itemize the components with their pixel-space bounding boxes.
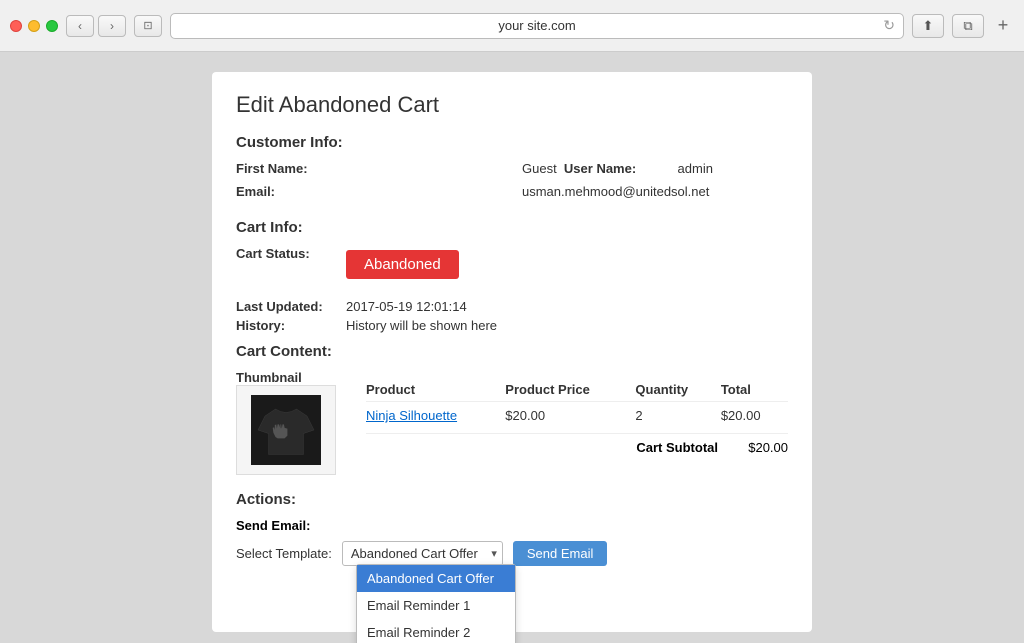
cart-content-layout: Thumbnail bbox=[236, 370, 788, 475]
add-tab-button[interactable]: + bbox=[992, 15, 1014, 37]
close-button[interactable] bbox=[10, 20, 22, 32]
send-email-label: Send Email: bbox=[236, 518, 788, 533]
template-select[interactable]: Abandoned Cart Offer Email Reminder 1 Em… bbox=[342, 541, 503, 566]
tshirt-image bbox=[251, 395, 321, 465]
page-title: Edit Abandoned Cart bbox=[236, 92, 788, 118]
customer-info-section: Customer Info: First Name: Email: Guest … bbox=[236, 134, 788, 203]
send-email-button[interactable]: Send Email bbox=[513, 541, 607, 566]
browser-chrome: ‹ › ⊡ your site.com ↻ ⬆ ⧉ + bbox=[0, 0, 1024, 52]
refresh-icon[interactable]: ↻ bbox=[883, 17, 895, 34]
first-name-row: First Name: bbox=[236, 161, 512, 176]
browser-actions: ⬆ ⧉ bbox=[912, 14, 984, 38]
col-quantity: Quantity bbox=[635, 378, 720, 402]
thumbnail-column: Thumbnail bbox=[236, 370, 346, 475]
history-label: History: bbox=[236, 318, 346, 333]
back-button[interactable]: ‹ bbox=[66, 15, 94, 37]
customer-info-title: Customer Info: bbox=[236, 134, 788, 151]
url-text: your site.com bbox=[498, 18, 575, 33]
history-value: History will be shown here bbox=[346, 318, 497, 333]
item-product-price: $20.00 bbox=[505, 402, 635, 430]
address-bar[interactable]: your site.com ↻ bbox=[170, 13, 904, 39]
email-value: usman.mehmood@unitedsol.net bbox=[522, 184, 709, 199]
product-thumbnail bbox=[236, 385, 336, 475]
fullscreen-button[interactable] bbox=[46, 20, 58, 32]
item-quantity: 2 bbox=[635, 402, 720, 430]
dropdown-item-1[interactable]: Email Reminder 1 bbox=[357, 592, 515, 619]
col-product-price: Product Price bbox=[505, 378, 635, 402]
actions-title: Actions: bbox=[236, 491, 788, 508]
cart-subtotal-row: Cart Subtotal $20.00 bbox=[366, 433, 788, 455]
cart-table: Product Product Price Quantity Total Nin… bbox=[366, 378, 788, 429]
email-value-row: usman.mehmood@unitedsol.net bbox=[522, 184, 788, 199]
cart-status-row: Cart Status: Abandoned bbox=[236, 246, 788, 287]
cart-subtotal-label: Cart Subtotal bbox=[636, 440, 718, 455]
col-total: Total bbox=[721, 378, 788, 402]
actions-section: Actions: Send Email: Select Template: Ab… bbox=[236, 491, 788, 566]
share-button[interactable]: ⬆ bbox=[912, 14, 944, 38]
content-panel: Edit Abandoned Cart Customer Info: First… bbox=[212, 72, 812, 632]
cart-table-container: Product Product Price Quantity Total Nin… bbox=[366, 370, 788, 475]
traffic-lights bbox=[10, 20, 58, 32]
cart-table-header: Product Product Price Quantity Total bbox=[366, 378, 788, 402]
page-content: Edit Abandoned Cart Customer Info: First… bbox=[0, 52, 1024, 643]
cart-content-title: Cart Content: bbox=[236, 343, 788, 360]
forward-button[interactable]: › bbox=[98, 15, 126, 37]
dropdown-item-0[interactable]: Abandoned Cart Offer bbox=[357, 565, 515, 592]
col-product: Product bbox=[366, 378, 505, 402]
item-product-name: Ninja Silhouette bbox=[366, 402, 505, 430]
tab-overview-button[interactable]: ⧉ bbox=[952, 14, 984, 38]
item-total: $20.00 bbox=[721, 402, 788, 430]
username-label: User Name: bbox=[564, 161, 674, 176]
cart-info-title: Cart Info: bbox=[236, 219, 788, 236]
customer-col-left: First Name: Email: bbox=[236, 161, 512, 203]
cart-item-row: Ninja Silhouette $20.00 2 $20.00 bbox=[366, 402, 788, 430]
last-updated-row: Last Updated: 2017-05-19 12:01:14 bbox=[236, 299, 788, 314]
nav-buttons: ‹ › bbox=[66, 15, 126, 37]
thumbnail-label: Thumbnail bbox=[236, 370, 346, 385]
history-row: History: History will be shown here bbox=[236, 318, 788, 333]
first-name-value-row: Guest User Name: admin bbox=[522, 161, 788, 176]
first-name-label: First Name: bbox=[236, 161, 346, 176]
product-link[interactable]: Ninja Silhouette bbox=[366, 408, 457, 423]
template-select-wrapper: Abandoned Cart Offer Email Reminder 1 Em… bbox=[342, 541, 503, 566]
last-updated-label: Last Updated: bbox=[236, 299, 346, 314]
dropdown-item-2[interactable]: Email Reminder 2 bbox=[357, 619, 515, 643]
cart-status-label: Cart Status: bbox=[236, 246, 346, 261]
cart-subtotal-value: $20.00 bbox=[738, 440, 788, 455]
first-name-value: Guest bbox=[522, 161, 557, 176]
last-updated-value: 2017-05-19 12:01:14 bbox=[346, 299, 467, 314]
template-row: Select Template: Abandoned Cart Offer Em… bbox=[236, 541, 788, 566]
customer-col-right: Guest User Name: admin usman.mehmood@uni… bbox=[512, 161, 788, 203]
email-label: Email: bbox=[236, 184, 346, 199]
minimize-button[interactable] bbox=[28, 20, 40, 32]
username-value: admin bbox=[678, 161, 713, 176]
cart-content-section: Cart Content: Thumbnail bbox=[236, 343, 788, 475]
cart-status-badge: Abandoned bbox=[346, 250, 459, 279]
email-row: Email: bbox=[236, 184, 512, 199]
customer-info-grid: First Name: Email: Guest User Name: admi… bbox=[236, 161, 788, 203]
template-dropdown-menu: Abandoned Cart Offer Email Reminder 1 Em… bbox=[356, 564, 516, 643]
select-template-label: Select Template: bbox=[236, 546, 332, 561]
reader-button[interactable]: ⊡ bbox=[134, 15, 162, 37]
cart-info-section: Cart Info: Cart Status: Abandoned Last U… bbox=[236, 219, 788, 333]
